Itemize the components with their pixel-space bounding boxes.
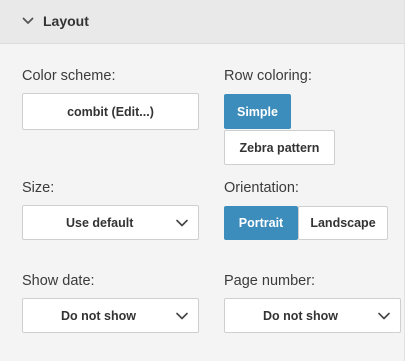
page-number-label: Page number:: [224, 273, 316, 289]
chevron-down-icon: [176, 312, 188, 320]
orientation-label: Orientation:: [224, 180, 299, 196]
chevron-down-icon: [22, 17, 34, 24]
show-date-select[interactable]: Do not show: [22, 298, 199, 333]
layout-panel: Layout Color scheme: combit (Edit...) Ro…: [0, 0, 405, 361]
section-title: Layout: [43, 13, 89, 29]
size-label: Size:: [22, 180, 55, 196]
show-date-select-value: Do not show: [61, 308, 136, 323]
row-coloring-simple-button[interactable]: Simple: [224, 94, 291, 129]
chevron-down-icon: [176, 219, 188, 227]
orientation-landscape-button[interactable]: Landscape: [298, 206, 388, 240]
show-date-label: Show date:: [22, 273, 95, 289]
row-coloring-label: Row coloring:: [224, 68, 312, 84]
size-select[interactable]: Use default: [22, 205, 199, 240]
row-coloring-zebra-button[interactable]: Zebra pattern: [224, 130, 335, 165]
color-scheme-label: Color scheme:: [22, 68, 116, 84]
orientation-portrait-button[interactable]: Portrait: [224, 206, 298, 240]
chevron-down-icon: [378, 312, 390, 320]
layout-section-header[interactable]: Layout: [0, 0, 404, 44]
color-scheme-edit-button[interactable]: combit (Edit...): [22, 93, 199, 130]
size-select-value: Use default: [66, 215, 134, 230]
page-number-select[interactable]: Do not show: [224, 298, 401, 333]
page-number-select-value: Do not show: [263, 308, 338, 323]
